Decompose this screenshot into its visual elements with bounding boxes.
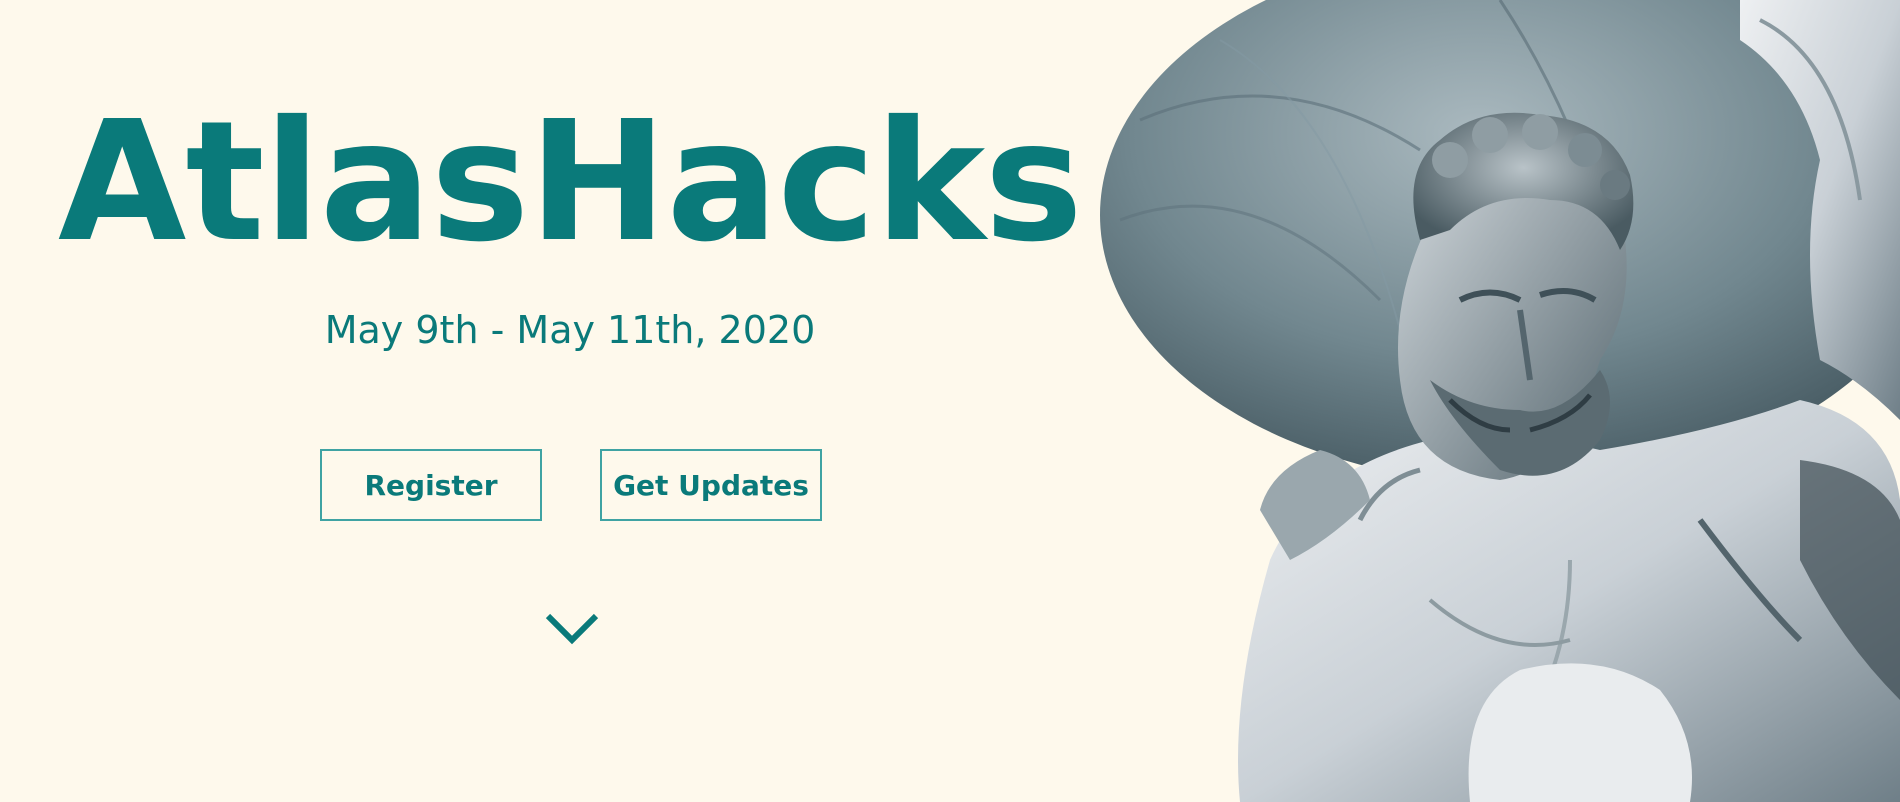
get-updates-button[interactable]: Get Updates	[600, 449, 822, 521]
page-title: AtlasHacks	[57, 86, 1083, 279]
register-button[interactable]: Register	[320, 449, 542, 521]
hero-section: AtlasHacks May 9th - May 11th, 2020 Regi…	[0, 0, 1140, 802]
event-dates: May 9th - May 11th, 2020	[324, 308, 816, 352]
scroll-down-button[interactable]	[544, 608, 600, 648]
atlas-statue-image	[1100, 0, 1900, 802]
chevron-down-icon	[545, 613, 599, 645]
